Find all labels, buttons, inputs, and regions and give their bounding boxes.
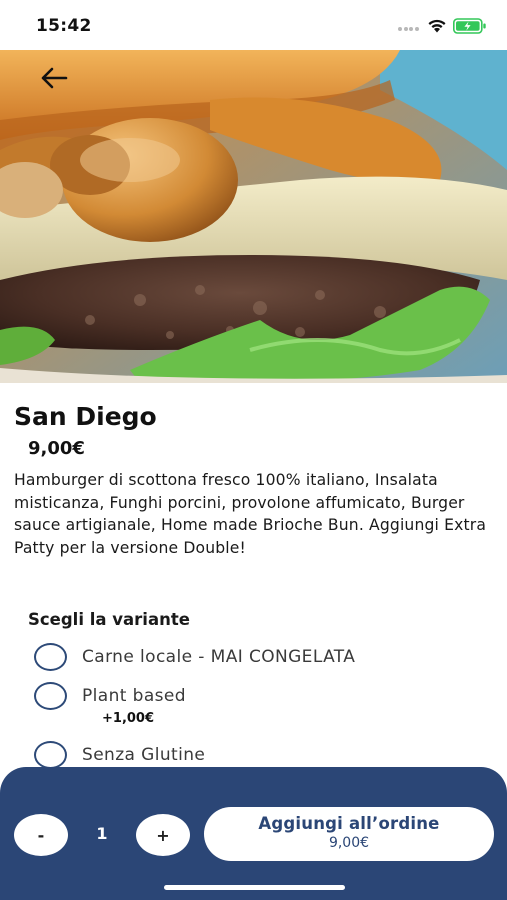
- home-indicator: [164, 885, 345, 890]
- variant-label: Senza Glutine: [82, 745, 206, 765]
- product-description: Hamburger di scottona fresco 100% italia…: [14, 471, 487, 557]
- burger-photo: [0, 50, 507, 383]
- signal-dots-icon: [398, 27, 420, 31]
- quantity-value: 1: [96, 824, 108, 843]
- product-title: San Diego: [14, 402, 157, 431]
- variant-label: Plant based: [82, 686, 186, 706]
- radio-button[interactable]: [34, 682, 67, 710]
- radio-button[interactable]: [34, 643, 67, 671]
- add-to-order-button[interactable]: Aggiungi all’ordine 9,00€: [204, 807, 494, 861]
- variant-option-carne-locale[interactable]: Carne locale - MAI CONGELATA: [34, 643, 355, 671]
- add-to-order-label: Aggiungi all’ordine: [258, 814, 440, 833]
- variant-label: Carne locale - MAI CONGELATA: [82, 647, 356, 667]
- decrease-quantity-button[interactable]: -: [14, 814, 68, 856]
- product-price: 9,00€: [28, 438, 85, 459]
- variant-option-plant-based[interactable]: Plant based: [34, 682, 186, 710]
- status-bar: 15:42: [0, 0, 507, 50]
- order-total: 9,00€: [328, 835, 370, 851]
- wifi-icon: [428, 19, 446, 33]
- product-image: [0, 50, 507, 383]
- radio-button[interactable]: [34, 741, 67, 769]
- variant-extra-price: +1,00€: [102, 711, 155, 726]
- back-button[interactable]: [34, 60, 74, 96]
- status-time: 15:42: [36, 16, 92, 36]
- battery-charging-icon: [453, 18, 486, 34]
- arrow-left-icon: [41, 67, 68, 89]
- variant-heading: Scegli la variante: [28, 610, 190, 629]
- variant-option-senza-glutine[interactable]: Senza Glutine: [34, 741, 205, 769]
- increase-quantity-button[interactable]: +: [136, 814, 190, 856]
